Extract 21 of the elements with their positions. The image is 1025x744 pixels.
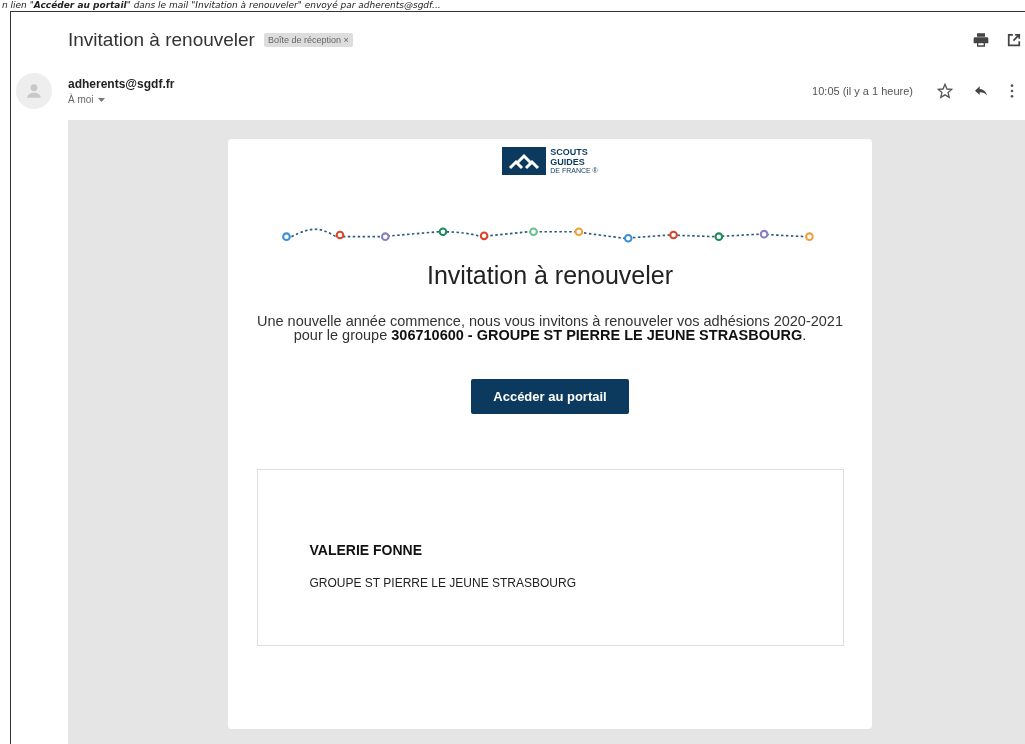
caret-icon[interactable] [97,98,105,103]
email-heading: Invitation à renouveler [427,261,673,290]
remove-label-button[interactable]: × [343,35,349,45]
caption-text: n lien "Accéder au portail" dans le mail "Invitation à renouveler" envoyé par adherents@sgdf... [1,0,442,11]
star-icon[interactable] [937,83,953,99]
member-name: VALERIE FONNE [309,542,424,558]
avatar-icon [16,73,52,109]
sender-address: adherents@sgdf.fr [68,77,175,91]
logo-icon [502,147,547,175]
more-options-icon[interactable] [1009,83,1015,99]
logo-text: GUIDES [550,157,586,167]
open-in-new-window-icon[interactable] [1007,33,1021,47]
member-group: GROUPE ST PIERRE LE JEUNE STRASBOURG [309,576,843,590]
print-icon[interactable] [973,32,989,48]
intro-paragraph: Une nouvelle année commence, nous vous invitons à renouveler vos adhésions 2020-2021 pour le groupe 306710600 - GROUPE ST PIERRE LE JEUNE STRASBOURG. [256,314,844,342]
recipient-dropdown[interactable]: À moi [68,94,175,105]
logo-text: SCOUTS [550,147,589,157]
inbox-label[interactable]: Boîte de réception × [263,33,353,47]
message-time: 10:05 (il y a 1 heure) [812,85,913,97]
portal-button[interactable]: Accéder au portail [471,379,629,414]
email-subject: Invitation à renouveler [68,29,255,51]
